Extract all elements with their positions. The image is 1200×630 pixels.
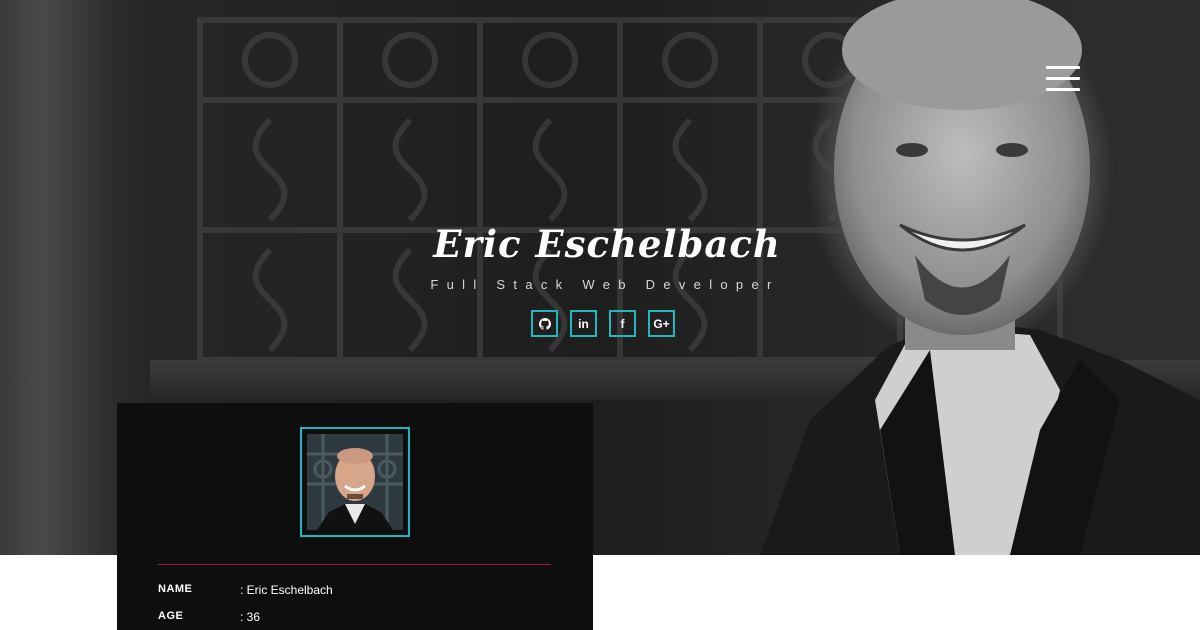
card-divider (158, 564, 551, 565)
hamburger-menu-icon[interactable] (1046, 66, 1080, 94)
linkedin-glyph: in (578, 316, 589, 331)
avatar-photo (307, 434, 403, 530)
linkedin-icon[interactable]: in (570, 310, 597, 337)
info-value: : 36 (240, 610, 261, 624)
info-label: AGE (158, 610, 184, 622)
hero-role-subtitle: Full Stack Web Developer (430, 277, 780, 292)
facebook-icon[interactable]: f (609, 310, 636, 337)
github-icon[interactable] (531, 310, 558, 337)
menu-bar (1046, 66, 1080, 69)
profile-card: NAME : Eric Eschelbach AGE : 36 (117, 403, 593, 630)
menu-bar (1046, 88, 1080, 91)
info-value: : Eric Eschelbach (240, 583, 333, 597)
hero-name-title: Eric Eschelbach (433, 222, 781, 266)
menu-bar (1046, 77, 1080, 80)
github-glyph (538, 317, 551, 330)
avatar (300, 427, 410, 537)
social-links: in f G+ (531, 310, 675, 337)
google-plus-glyph: G+ (653, 316, 670, 331)
facebook-glyph: f (620, 316, 625, 331)
info-label: NAME (158, 583, 193, 595)
google-plus-icon[interactable]: G+ (648, 310, 675, 337)
